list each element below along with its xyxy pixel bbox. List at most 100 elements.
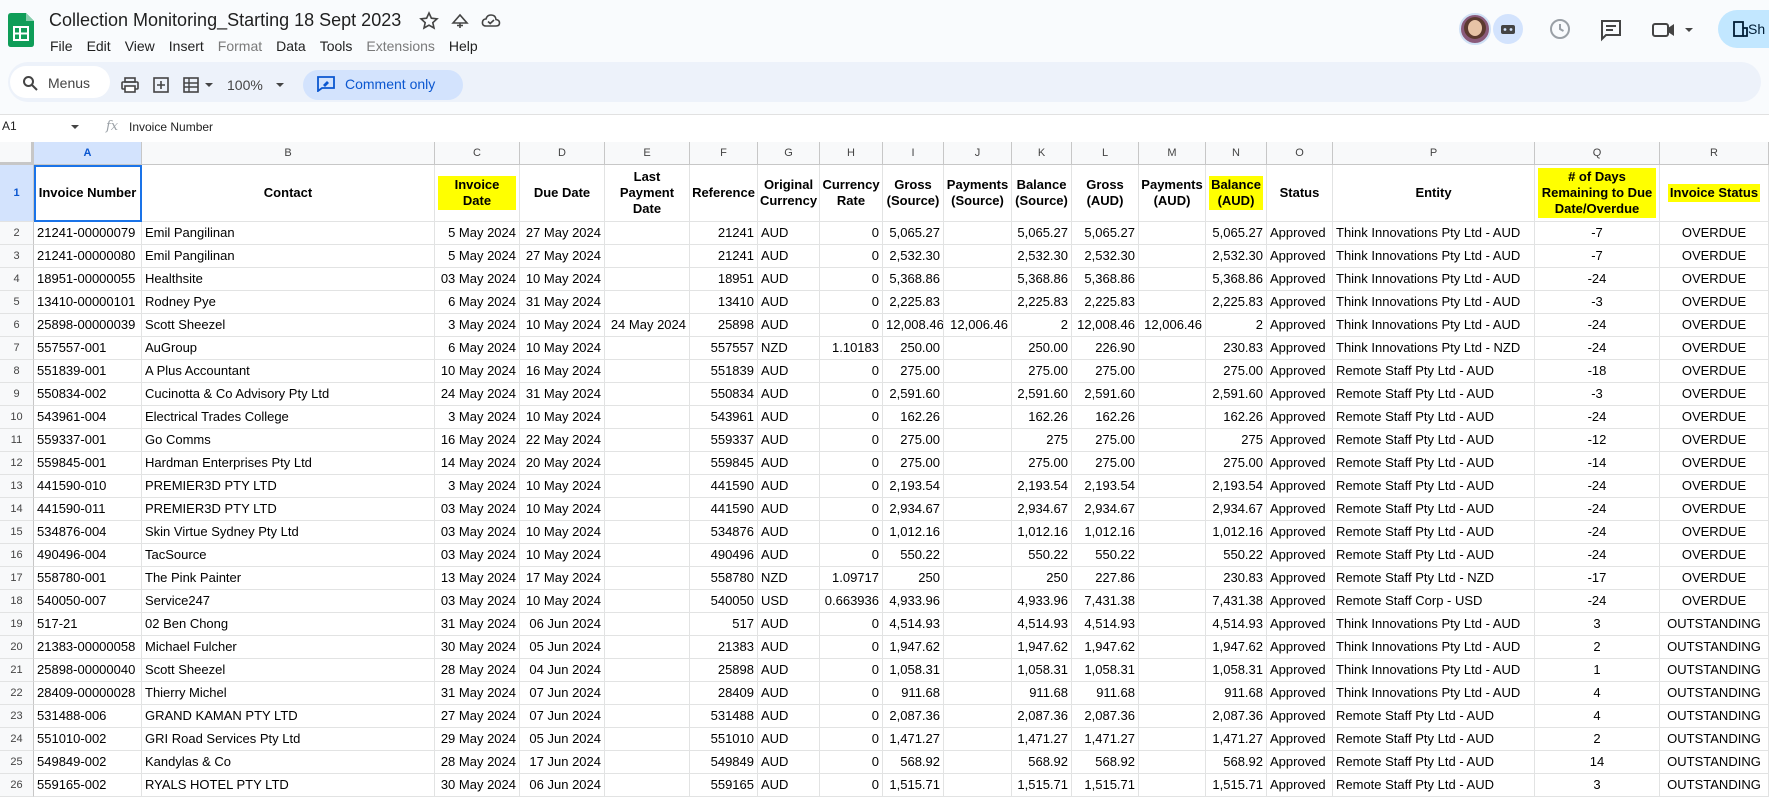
table-cell[interactable]: Approved [1267, 613, 1333, 636]
name-box[interactable]: A1 [2, 119, 17, 133]
table-cell[interactable]: 517-21 [34, 613, 142, 636]
row-header-26[interactable]: 26 [0, 774, 34, 797]
table-cell[interactable] [944, 774, 1012, 797]
table-cell[interactable]: 0 [820, 728, 883, 751]
table-cell[interactable]: Approved [1267, 245, 1333, 268]
table-cell[interactable]: 2,087.36 [1072, 705, 1139, 728]
menu-insert[interactable]: Insert [162, 36, 211, 56]
column-header-G[interactable]: G [758, 142, 820, 165]
table-cell[interactable]: 0 [820, 705, 883, 728]
header-cell-N[interactable]: Balance (AUD) [1206, 165, 1267, 222]
table-cell[interactable]: AUD [758, 521, 820, 544]
table-cell[interactable]: 226.90 [1072, 337, 1139, 360]
row-header-23[interactable]: 23 [0, 705, 34, 728]
table-cell[interactable]: 12,006.46 [1139, 314, 1206, 337]
menu-extensions[interactable]: Extensions [359, 36, 441, 56]
column-header-O[interactable]: O [1267, 142, 1333, 165]
table-cell[interactable]: 2,193.54 [1206, 475, 1267, 498]
header-cell-I[interactable]: Gross (Source) [883, 165, 944, 222]
table-cell[interactable]: 27 May 2024 [435, 705, 520, 728]
table-cell[interactable] [605, 659, 690, 682]
table-cell[interactable]: AUD [758, 314, 820, 337]
table-cell[interactable]: 550834-002 [34, 383, 142, 406]
table-cell[interactable] [1139, 682, 1206, 705]
table-cell[interactable]: Approved [1267, 774, 1333, 797]
table-cell[interactable]: Skin Virtue Sydney Pty Ltd [142, 521, 435, 544]
table-cell[interactable] [944, 291, 1012, 314]
table-cell[interactable]: 03 May 2024 [435, 268, 520, 291]
table-cell[interactable]: -12 [1535, 429, 1660, 452]
table-cell[interactable]: 0 [820, 291, 883, 314]
table-cell[interactable]: -24 [1535, 268, 1660, 291]
table-cell[interactable]: 21241-00000080 [34, 245, 142, 268]
row-header-15[interactable]: 15 [0, 521, 34, 544]
table-cell[interactable]: OVERDUE [1660, 429, 1769, 452]
table-cell[interactable]: 543961-004 [34, 406, 142, 429]
table-cell[interactable]: 558780-001 [34, 567, 142, 590]
table-cell[interactable]: 543961 [690, 406, 758, 429]
row-header-3[interactable]: 3 [0, 245, 34, 268]
table-cell[interactable]: 18951-00000055 [34, 268, 142, 291]
table-cell[interactable]: 162.26 [1072, 406, 1139, 429]
table-cell[interactable]: 275.00 [1206, 360, 1267, 383]
table-cell[interactable]: 550.22 [1072, 544, 1139, 567]
table-cell[interactable]: 2,532.30 [1072, 245, 1139, 268]
table-cell[interactable] [1139, 590, 1206, 613]
table-cell[interactable]: OVERDUE [1660, 475, 1769, 498]
header-cell-F[interactable]: Reference [690, 165, 758, 222]
table-cell[interactable]: Remote Staff Pty Ltd - AUD [1333, 429, 1535, 452]
table-cell[interactable]: 559337-001 [34, 429, 142, 452]
table-cell[interactable] [605, 682, 690, 705]
table-cell[interactable]: Remote Staff Pty Ltd - AUD [1333, 728, 1535, 751]
table-cell[interactable]: OVERDUE [1660, 452, 1769, 475]
table-cell[interactable] [944, 636, 1012, 659]
table-cell[interactable]: Approved [1267, 268, 1333, 291]
header-cell-H[interactable]: Currency Rate [820, 165, 883, 222]
table-cell[interactable]: OUTSTANDING [1660, 659, 1769, 682]
avatar[interactable] [1459, 13, 1491, 45]
table-cell[interactable]: 5,065.27 [1012, 222, 1072, 245]
table-cell[interactable]: Remote Staff Pty Ltd - AUD [1333, 774, 1535, 797]
table-cell[interactable]: 14 [1535, 751, 1660, 774]
table-cell[interactable]: Approved [1267, 682, 1333, 705]
table-cell[interactable]: 0 [820, 498, 883, 521]
row-header-22[interactable]: 22 [0, 682, 34, 705]
table-cell[interactable]: 2,934.67 [883, 498, 944, 521]
row-header-20[interactable]: 20 [0, 636, 34, 659]
table-cell[interactable] [1139, 659, 1206, 682]
table-cell[interactable]: NZD [758, 337, 820, 360]
table-cell[interactable] [944, 406, 1012, 429]
table-cell[interactable]: Remote Staff Pty Ltd - AUD [1333, 406, 1535, 429]
table-cell[interactable]: 2,225.83 [1072, 291, 1139, 314]
table-cell[interactable] [1139, 268, 1206, 291]
table-cell[interactable]: 557557 [690, 337, 758, 360]
row-header-24[interactable]: 24 [0, 728, 34, 751]
table-cell[interactable]: 3 [1535, 774, 1660, 797]
table-cell[interactable]: Approved [1267, 567, 1333, 590]
table-cell[interactable]: 10 May 2024 [520, 498, 605, 521]
table-cell[interactable] [605, 475, 690, 498]
table-cell[interactable]: 162.26 [1206, 406, 1267, 429]
table-cell[interactable] [944, 521, 1012, 544]
header-cell-L[interactable]: Gross (AUD) [1072, 165, 1139, 222]
table-cell[interactable] [1139, 383, 1206, 406]
table-cell[interactable]: 05 Jun 2024 [520, 636, 605, 659]
table-cell[interactable]: 531488 [690, 705, 758, 728]
table-cell[interactable]: Approved [1267, 452, 1333, 475]
table-cell[interactable]: 3 May 2024 [435, 475, 520, 498]
table-cell[interactable] [944, 705, 1012, 728]
menu-view[interactable]: View [118, 36, 162, 56]
table-cell[interactable]: AUD [758, 406, 820, 429]
table-cell[interactable]: The Pink Painter [142, 567, 435, 590]
table-cell[interactable]: 13 May 2024 [435, 567, 520, 590]
table-cell[interactable]: -17 [1535, 567, 1660, 590]
table-cell[interactable]: 1,012.16 [1012, 521, 1072, 544]
sheets-logo-icon[interactable] [8, 13, 34, 47]
column-header-B[interactable]: B [142, 142, 435, 165]
table-cell[interactable]: Thierry Michel [142, 682, 435, 705]
table-cell[interactable]: 5 May 2024 [435, 245, 520, 268]
table-cell[interactable]: 4,514.93 [883, 613, 944, 636]
table-cell[interactable]: OVERDUE [1660, 406, 1769, 429]
table-cell[interactable]: 540050 [690, 590, 758, 613]
table-cell[interactable]: OVERDUE [1660, 337, 1769, 360]
